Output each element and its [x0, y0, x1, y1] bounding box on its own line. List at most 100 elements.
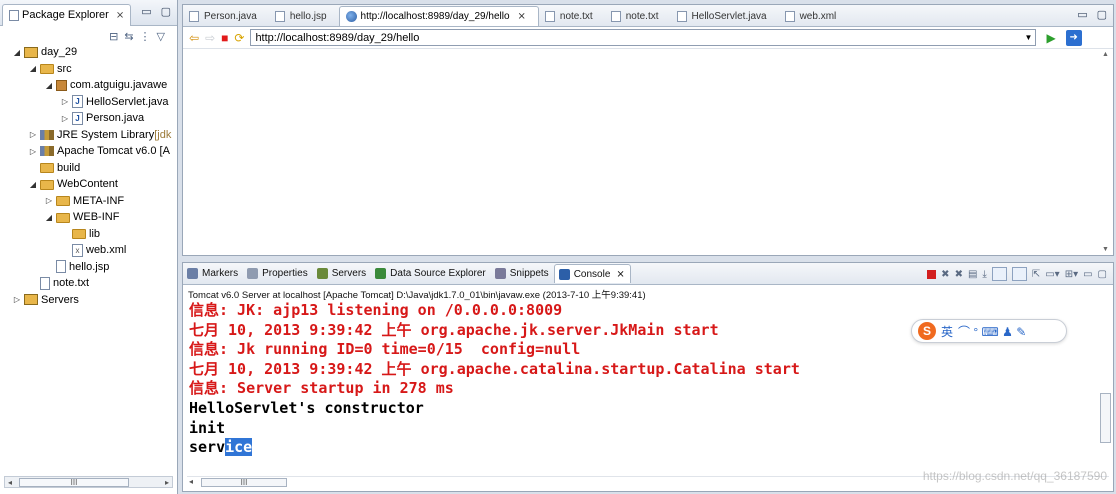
scroll-left-icon[interactable]: ◂ [189, 477, 193, 486]
pin-console-icon[interactable]: ⇱ [1032, 269, 1040, 280]
ime-mode-label[interactable]: 英 [941, 323, 953, 340]
tree-item-label: META-INF [73, 194, 125, 207]
tree-item[interactable]: note.txt [28, 275, 89, 291]
scroll-thumb[interactable]: III [201, 478, 287, 487]
tab-console[interactable]: Console ⨯ [553, 264, 631, 283]
console-vertical-scrollbar[interactable] [1100, 299, 1111, 473]
scroll-thumb[interactable] [1100, 393, 1111, 443]
link-with-editor-icon[interactable]: ⇆ [124, 30, 133, 43]
editor-tab-browser[interactable]: http://localhost:8989/day_29/hello ⨯ [338, 6, 539, 26]
tree-item[interactable]: hello.jsp [44, 259, 109, 275]
remove-launch-icon[interactable]: ✖ [941, 269, 949, 280]
console-stdout-line: service [189, 438, 1113, 458]
close-icon[interactable]: ⨯ [518, 11, 526, 22]
editor-tab[interactable]: HelloServlet.java [671, 6, 779, 26]
editor-tab[interactable]: note.txt [539, 6, 605, 26]
show-stdout-icon[interactable] [991, 267, 1007, 281]
console-stderr-line: 信息: Jk running ID=0 time=0/15 config=nul… [189, 340, 581, 359]
editor-tab[interactable]: note.txt [605, 6, 671, 26]
package-explorer-tab[interactable]: Package Explorer ⨯ [2, 3, 132, 26]
tree-item[interactable]: ▷ J HelloServlet.java [60, 94, 169, 110]
tab-properties[interactable]: Properties [243, 264, 313, 283]
collapsed-twisty-icon[interactable]: ▷ [28, 147, 38, 156]
stop-icon[interactable]: ■ [221, 31, 228, 45]
tree-item-label: build [57, 161, 81, 174]
remove-all-icon[interactable]: ✖ [955, 269, 963, 280]
horizontal-scrollbar[interactable]: ◂ III ▸ [4, 476, 173, 488]
tree-item[interactable]: ◢ src [28, 61, 72, 77]
sogou-logo-icon: S [918, 322, 936, 340]
tree-item-label: src [57, 62, 72, 75]
go-icon[interactable]: ▶ [1046, 31, 1055, 45]
refresh-icon[interactable]: ⟳ [234, 31, 244, 45]
clear-console-icon[interactable]: ▤ [968, 269, 977, 280]
file-icon [784, 10, 795, 22]
back-arrow-icon[interactable]: ⇦ [189, 31, 199, 45]
close-icon[interactable]: ⨯ [616, 269, 624, 280]
view-menu-icon[interactable]: ⋮ [140, 30, 151, 43]
maximize-icon[interactable]: ▢ [1098, 269, 1107, 280]
tree-item[interactable]: lib [60, 226, 100, 242]
tab-servers[interactable]: Servers [313, 264, 371, 283]
tree-item[interactable]: ◢ WEB-INF [44, 209, 120, 225]
tree-item[interactable]: build [28, 160, 80, 176]
selected-text: ice [225, 438, 253, 457]
tree-item[interactable]: x web.xml [60, 242, 126, 258]
editor-tab[interactable]: Person.java [183, 6, 269, 26]
open-external-browser-icon[interactable]: ➜ [1065, 29, 1082, 46]
scroll-lock-icon[interactable]: ⤓ [982, 269, 986, 280]
folder-icon [56, 196, 70, 206]
collapsed-twisty-icon[interactable]: ▷ [28, 130, 38, 139]
minimize-icon[interactable]: ▭ [1083, 269, 1092, 280]
close-icon[interactable]: ⨯ [116, 10, 124, 21]
display-console-icon[interactable]: ▭▾ [1045, 269, 1059, 280]
editor-tab[interactable]: hello.jsp [269, 6, 339, 26]
chevron-down-icon[interactable]: ▽ [157, 30, 165, 43]
minimize-icon[interactable]: ▭ [1077, 8, 1087, 21]
show-stderr-icon[interactable] [1011, 267, 1027, 281]
file-icon [676, 10, 687, 22]
tab-data-source-explorer[interactable]: Data Source Explorer [371, 264, 491, 283]
forward-arrow-icon[interactable]: ⇨ [205, 31, 215, 45]
minimize-icon[interactable]: ▭ [141, 5, 151, 18]
library-icon [40, 129, 54, 140]
tree-item[interactable]: ▷ Apache Tomcat v6.0 [A [28, 143, 170, 159]
tree-item[interactable]: ◢ WebContent [28, 176, 118, 192]
tree-item[interactable]: ▷ JRE System Library [jdk [28, 127, 171, 143]
scroll-right-icon[interactable]: ▸ [165, 478, 169, 487]
tab-markers[interactable]: Markers [183, 264, 243, 283]
collapse-all-icon[interactable]: ⊟ [109, 30, 118, 43]
scroll-up-icon[interactable]: ▲ [1102, 51, 1109, 58]
expanded-twisty-icon[interactable]: ◢ [28, 64, 38, 73]
expanded-twisty-icon[interactable]: ◢ [28, 180, 38, 189]
scroll-thumb[interactable]: III [19, 478, 129, 487]
scroll-down-icon[interactable]: ▼ [1102, 246, 1109, 253]
collapsed-twisty-icon[interactable]: ▷ [60, 97, 70, 106]
chevron-down-icon[interactable]: ▼ [1025, 33, 1033, 42]
expanded-twisty-icon[interactable]: ◢ [44, 81, 54, 90]
maximize-icon[interactable]: ▢ [1097, 8, 1107, 21]
open-console-icon[interactable]: ⊞▾ [1065, 269, 1078, 280]
tree-item[interactable]: ▷ J Person.java [60, 110, 144, 126]
terminate-icon[interactable] [927, 269, 937, 279]
tree-item[interactable]: ▷ META-INF [44, 193, 124, 209]
tree-item[interactable]: ◢ day_29 [12, 44, 77, 60]
maximize-icon[interactable]: ▢ [161, 5, 171, 18]
url-input[interactable]: http://localhost:8989/day_29/hello ▼ [250, 29, 1037, 46]
editor-tab[interactable]: web.xml [779, 6, 849, 26]
tree-item[interactable]: ◢ com.atguigu.javawe [44, 77, 167, 93]
tab-snippets[interactable]: Snippets [491, 264, 554, 283]
editor-tab-label: hello.jsp [289, 10, 327, 22]
expanded-twisty-icon[interactable]: ◢ [44, 213, 54, 222]
ime-toolbar[interactable]: S 英 ⌒ ° ⌨ ♟ ✎ [911, 319, 1067, 343]
xml-file-icon: x [72, 243, 83, 257]
collapsed-twisty-icon[interactable]: ▷ [44, 196, 54, 205]
vertical-scrollbar[interactable]: ▲ ▼ [1101, 51, 1111, 253]
scroll-left-icon[interactable]: ◂ [8, 478, 12, 487]
collapsed-twisty-icon[interactable]: ▷ [60, 114, 70, 123]
collapsed-twisty-icon[interactable]: ▷ [12, 295, 22, 304]
expanded-twisty-icon[interactable]: ◢ [12, 48, 22, 57]
ime-tools[interactable]: ⌒ ° ⌨ ♟ ✎ [958, 323, 1026, 340]
tree-item[interactable]: ▷ Servers [12, 292, 79, 308]
editor-tabbar: Person.java hello.jsp http://localhost:898… [183, 5, 1113, 27]
